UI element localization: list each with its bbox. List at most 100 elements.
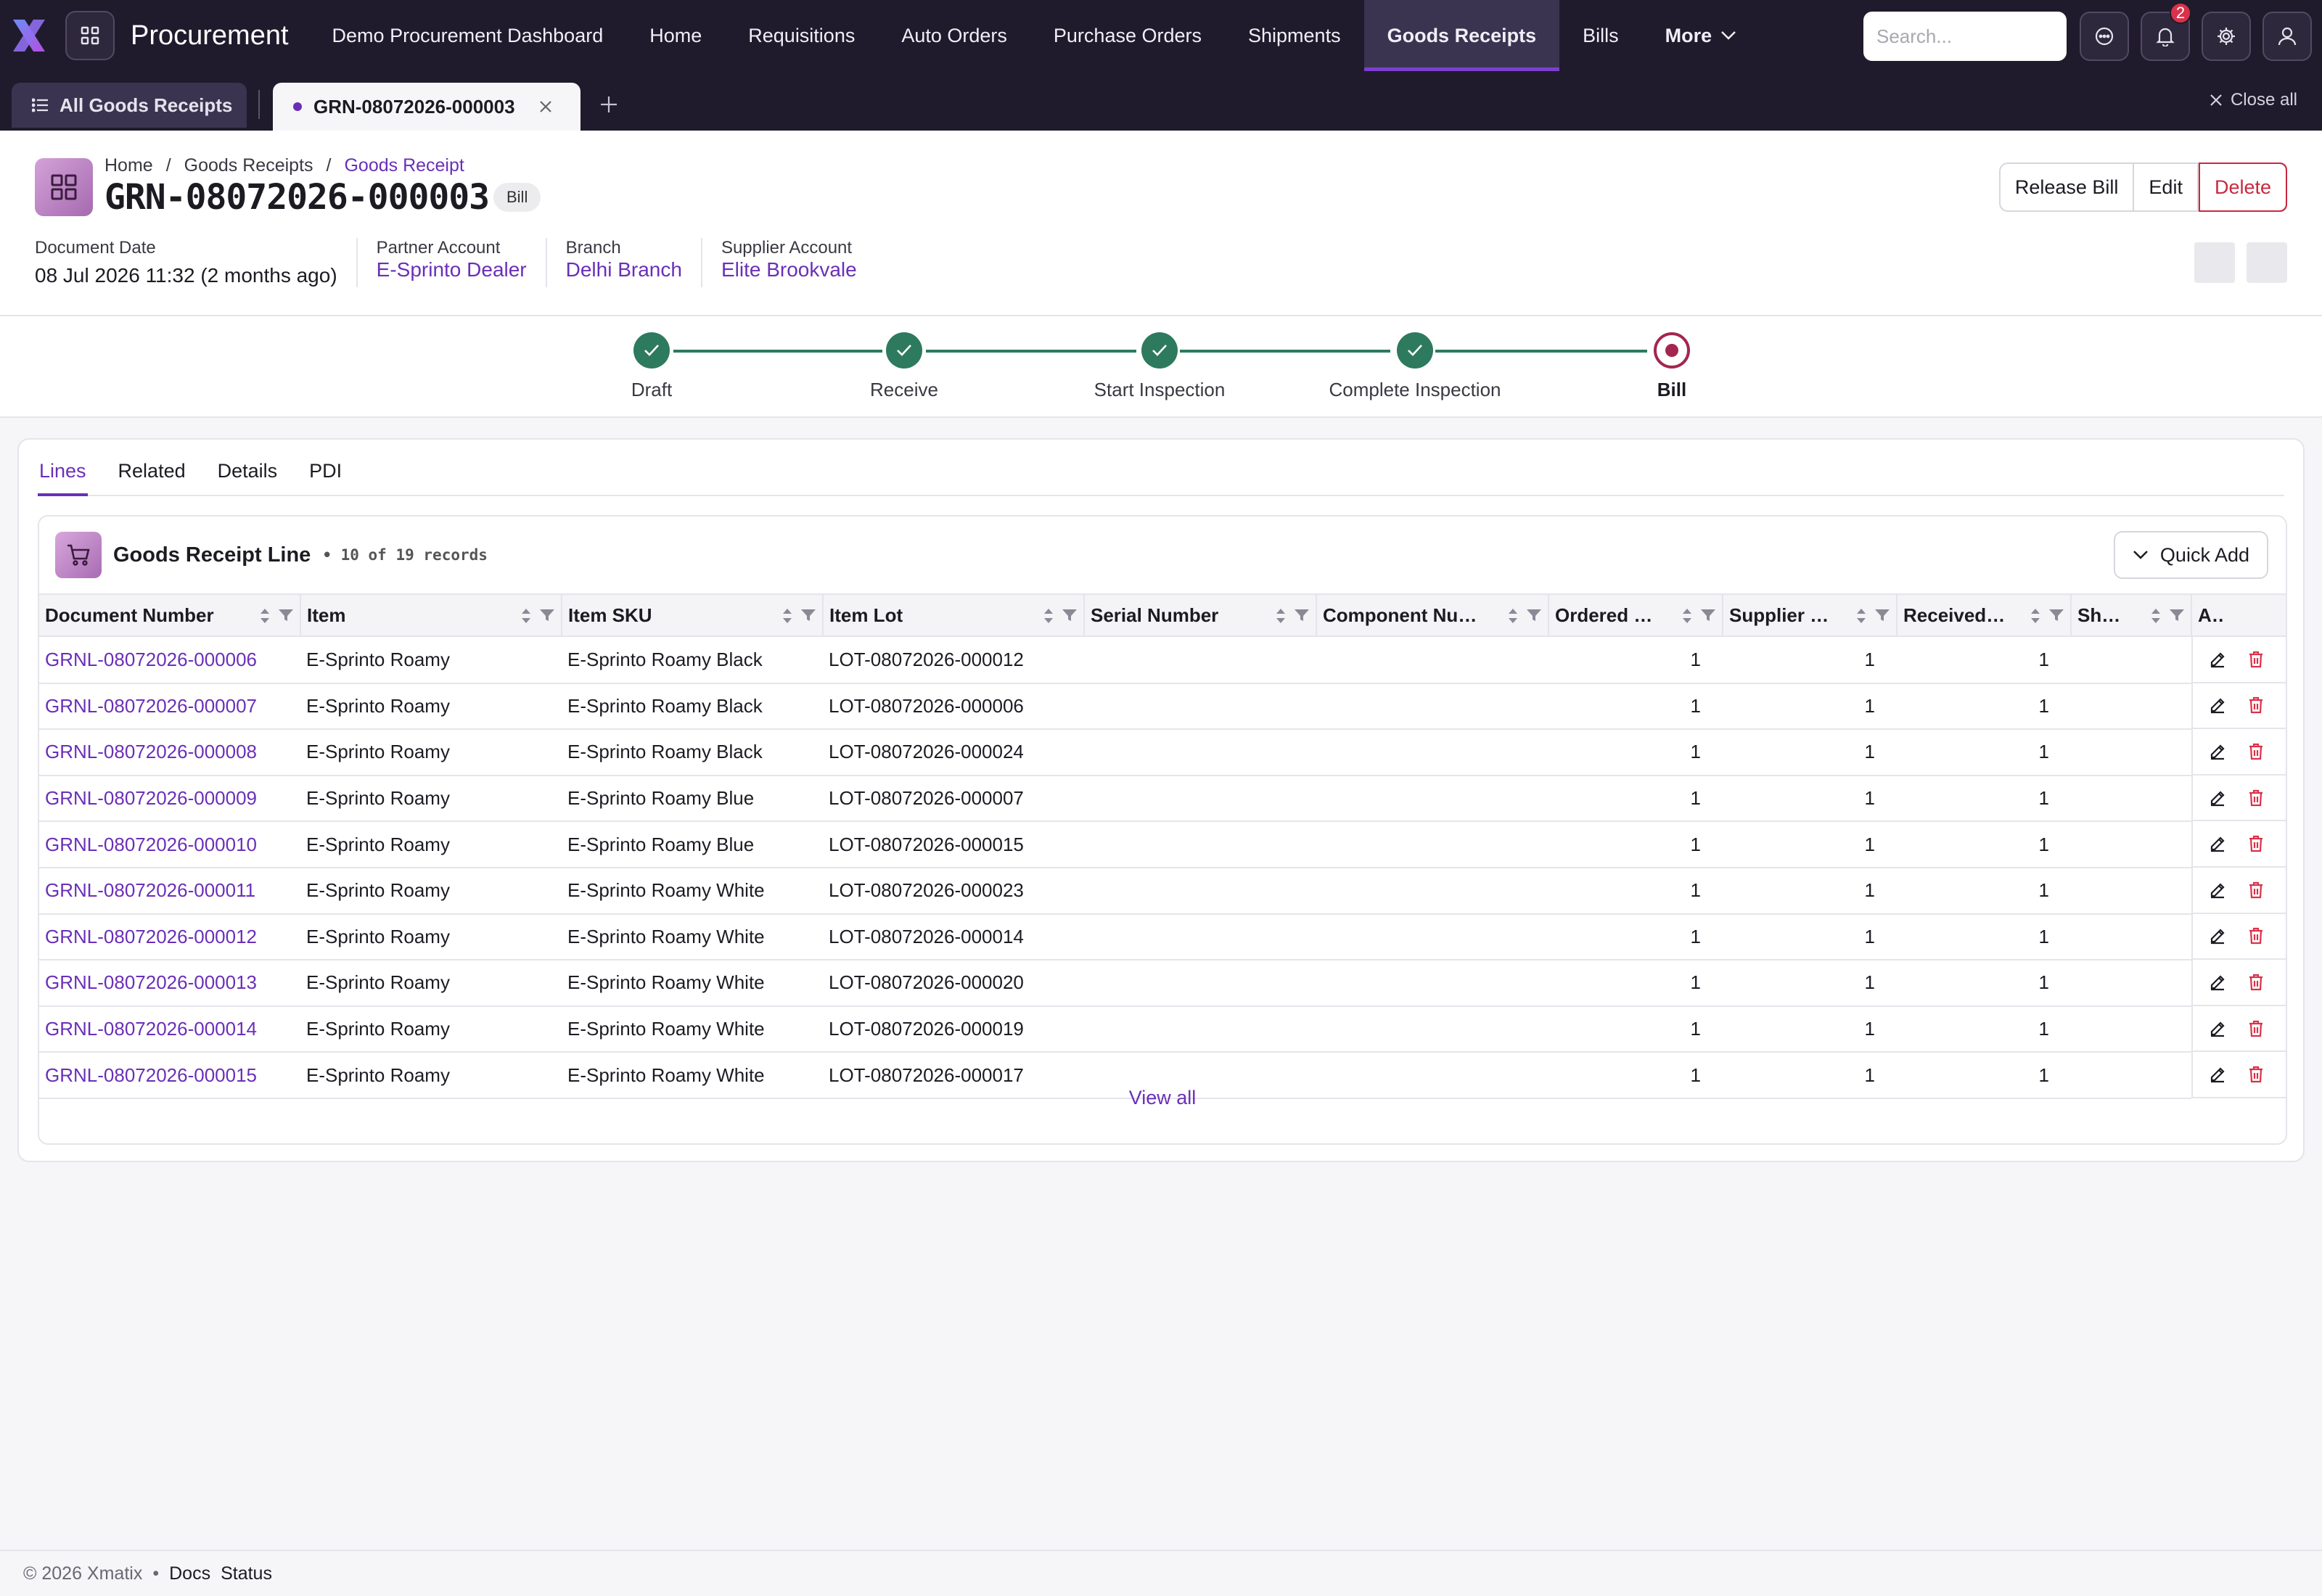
delete-button[interactable]: Delete — [2198, 163, 2287, 212]
partner-account-link[interactable]: E-Sprinto Dealer — [377, 258, 527, 281]
column-header[interactable]: Ordered … — [1548, 593, 1723, 637]
branch-link[interactable]: Delhi Branch — [566, 258, 682, 281]
trash-icon[interactable] — [2248, 1066, 2264, 1083]
edit-icon[interactable] — [2209, 1066, 2226, 1083]
breadcrumb-home[interactable]: Home — [104, 155, 153, 176]
trash-icon[interactable] — [2248, 789, 2264, 807]
search-input[interactable] — [1863, 12, 2067, 61]
edit-icon[interactable] — [2209, 696, 2226, 714]
column-header[interactable]: Item SKU — [562, 593, 824, 637]
filter-icon[interactable] — [1874, 608, 1890, 622]
line-document-link[interactable]: GRNL-08072026-000006 — [39, 636, 300, 684]
view-all-link[interactable]: View all — [39, 1087, 2286, 1109]
trash-icon[interactable] — [2248, 835, 2264, 852]
settings-button[interactable] — [2202, 12, 2251, 61]
nav-more[interactable]: More — [1642, 0, 1760, 71]
status-link[interactable]: Status — [221, 1563, 272, 1584]
nav-demo-dashboard[interactable]: Demo Procurement Dashboard — [309, 0, 627, 71]
trash-icon[interactable] — [2248, 881, 2264, 899]
placeholder-button[interactable] — [2247, 242, 2287, 283]
filter-icon[interactable] — [1294, 608, 1310, 622]
filter-icon[interactable] — [1526, 608, 1542, 622]
trash-icon[interactable] — [2248, 1020, 2264, 1037]
line-document-link[interactable]: GRNL-08072026-000007 — [39, 683, 300, 731]
sort-icon[interactable] — [520, 606, 532, 625]
line-document-link[interactable]: GRNL-08072026-000012 — [39, 913, 300, 961]
trash-icon[interactable] — [2248, 743, 2264, 760]
line-document-link[interactable]: GRNL-08072026-000011 — [39, 867, 300, 915]
column-header[interactable]: Actions — [2191, 593, 2286, 637]
edit-icon[interactable] — [2209, 789, 2226, 807]
apps-menu-button[interactable] — [65, 11, 115, 60]
step-start-inspection[interactable]: Start Inspection — [1051, 332, 1268, 401]
line-document-link[interactable]: GRNL-08072026-000010 — [39, 821, 300, 868]
step-receive[interactable]: Receive — [795, 332, 1013, 401]
sort-icon[interactable] — [2150, 606, 2162, 625]
supplier-account-link[interactable]: Elite Brookvale — [721, 258, 857, 281]
notifications-button[interactable]: 2 — [2141, 2, 2191, 61]
filter-icon[interactable] — [2048, 608, 2064, 622]
xmatix-logo-icon[interactable] — [9, 15, 49, 56]
line-document-link[interactable]: GRNL-08072026-000014 — [39, 1005, 300, 1053]
trash-icon[interactable] — [2248, 696, 2264, 714]
filter-icon[interactable] — [1062, 608, 1078, 622]
sort-icon[interactable] — [1275, 606, 1287, 625]
placeholder-button[interactable] — [2194, 242, 2235, 283]
column-header[interactable]: Document Number — [39, 593, 301, 637]
nav-requisitions[interactable]: Requisitions — [725, 0, 878, 71]
release-bill-button[interactable]: Release Bill — [2001, 164, 2135, 210]
column-header[interactable]: Item — [300, 593, 562, 637]
filter-icon[interactable] — [2169, 608, 2185, 622]
column-header[interactable]: Supplier … — [1723, 593, 1898, 637]
edit-button[interactable]: Edit — [2134, 164, 2199, 210]
line-document-link[interactable]: GRNL-08072026-000009 — [39, 775, 300, 823]
tab-pdi[interactable]: PDI — [308, 447, 343, 495]
sort-icon[interactable] — [1681, 606, 1693, 625]
filter-icon[interactable] — [1700, 608, 1716, 622]
edit-icon[interactable] — [2209, 835, 2226, 852]
sort-icon[interactable] — [781, 606, 793, 625]
quick-add-button[interactable]: Quick Add — [2113, 531, 2268, 579]
close-all-tabs-button[interactable]: Close all — [2209, 90, 2297, 110]
step-draft[interactable]: Draft — [543, 332, 760, 401]
close-icon[interactable] — [538, 99, 553, 114]
new-tab-button[interactable] — [599, 90, 618, 119]
tab-all-goods-receipts[interactable]: All Goods Receipts — [12, 83, 247, 128]
filter-icon[interactable] — [539, 608, 555, 622]
nav-goods-receipts[interactable]: Goods Receipts — [1363, 0, 1560, 71]
column-header[interactable]: Item Lot — [823, 593, 1085, 637]
nav-home[interactable]: Home — [626, 0, 725, 71]
edit-icon[interactable] — [2209, 881, 2226, 899]
edit-icon[interactable] — [2209, 743, 2226, 760]
user-menu-button[interactable] — [2262, 12, 2312, 61]
trash-icon[interactable] — [2248, 651, 2264, 668]
line-document-link[interactable]: GRNL-08072026-000013 — [39, 960, 300, 1007]
trash-icon[interactable] — [2248, 927, 2264, 945]
sort-icon[interactable] — [1043, 606, 1054, 625]
nav-shipments[interactable]: Shipments — [1225, 0, 1364, 71]
column-header[interactable]: Received … — [1897, 593, 2072, 637]
sort-icon[interactable] — [1855, 606, 1867, 625]
nav-purchase-orders[interactable]: Purchase Orders — [1030, 0, 1225, 71]
chat-button[interactable] — [2080, 12, 2129, 61]
trash-icon[interactable] — [2248, 974, 2264, 991]
tab-related[interactable]: Related — [117, 447, 187, 495]
line-document-link[interactable]: GRNL-08072026-000008 — [39, 729, 300, 776]
sort-icon[interactable] — [1507, 606, 1519, 625]
tab-lines[interactable]: Lines — [38, 447, 88, 496]
step-bill[interactable]: Bill — [1563, 332, 1781, 401]
column-header[interactable]: Serial Number — [1084, 593, 1317, 637]
nav-bills[interactable]: Bills — [1559, 0, 1642, 71]
sort-icon[interactable] — [2030, 606, 2041, 625]
sort-icon[interactable] — [259, 606, 271, 625]
tab-details[interactable]: Details — [216, 447, 279, 495]
step-complete-inspection[interactable]: Complete Inspection — [1306, 332, 1524, 401]
filter-icon[interactable] — [800, 608, 816, 622]
nav-auto-orders[interactable]: Auto Orders — [878, 0, 1030, 71]
docs-link[interactable]: Docs — [169, 1563, 210, 1584]
column-header[interactable]: Component Num… — [1316, 593, 1549, 637]
edit-icon[interactable] — [2209, 1020, 2226, 1037]
filter-icon[interactable] — [278, 608, 294, 622]
column-header[interactable]: Shortage … — [2071, 593, 2192, 637]
edit-icon[interactable] — [2209, 927, 2226, 945]
